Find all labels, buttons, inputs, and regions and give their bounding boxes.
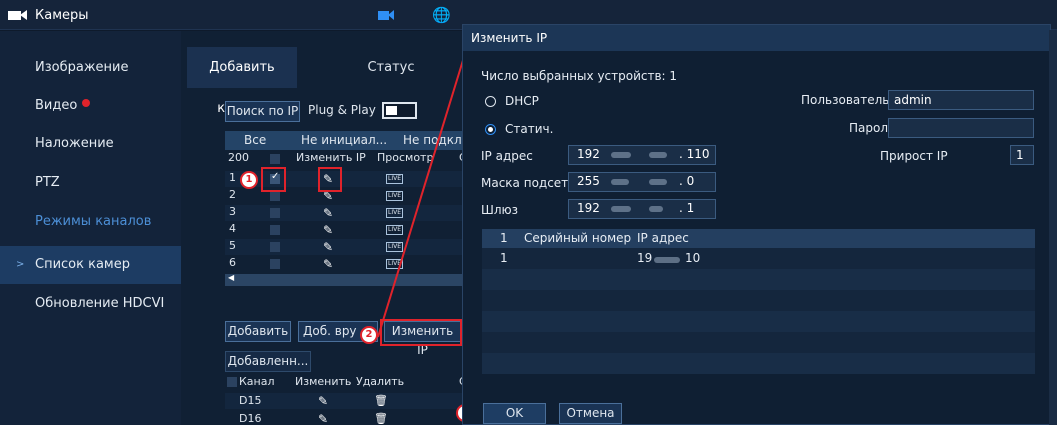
table-header: 200 Изменить IP Просмотр С <box>225 151 467 167</box>
col-edit-ip: Изменить IP <box>296 151 366 164</box>
sidebar-item-channel-modes[interactable]: Режимы каналов <box>0 203 181 241</box>
row-checkbox[interactable] <box>270 208 280 218</box>
mask-label: Маска подсети <box>481 176 576 190</box>
plug-play-label: Plug & Play <box>308 103 376 117</box>
live-icon[interactable]: LIVE <box>386 208 403 218</box>
filter-tabs: Все Не инициал... Не подклю <box>225 131 472 150</box>
live-icon[interactable]: LIVE <box>386 225 403 235</box>
app-title: Камеры <box>35 8 89 23</box>
added-select-all-checkbox[interactable] <box>227 377 237 387</box>
edit-icon[interactable]: ✎ <box>323 206 333 220</box>
added-row[interactable]: D15 ✎ 🗑 <box>225 393 465 409</box>
table-row[interactable]: 5 ✎ LIVE <box>225 239 465 255</box>
device-grid-row[interactable]: 1 19 10 <box>482 248 1035 269</box>
search-ip-button[interactable]: Поиск по IP <box>225 101 300 122</box>
trash-icon[interactable]: 🗑 <box>374 394 388 407</box>
row-checkbox[interactable] <box>270 225 280 235</box>
table-row[interactable]: 4 ✎ LIVE <box>225 222 465 238</box>
plug-play-toggle[interactable] <box>382 102 417 119</box>
selected-count: Число выбранных устройств: 1 <box>481 69 678 83</box>
device-grid-row <box>482 311 1035 332</box>
highlight-edit <box>318 167 342 192</box>
device-grid-row <box>482 332 1035 353</box>
added-row[interactable]: D16 ✎ 🗑 <box>225 411 465 425</box>
gateway-input[interactable]: 192 . 1 <box>568 199 716 219</box>
step-marker-2: 2 <box>360 326 378 344</box>
ip-address-input[interactable]: 192 . 110 <box>568 145 716 165</box>
dhcp-label: DHCP <box>505 94 539 108</box>
camera-icon <box>8 10 28 21</box>
dialog-title: Изменить IP <box>463 25 1050 51</box>
tab-status[interactable]: Статус <box>331 47 451 88</box>
chevron-right-icon: > <box>16 259 25 270</box>
device-grid-row <box>482 290 1035 311</box>
highlight-checkbox <box>261 167 286 192</box>
row-checkbox[interactable] <box>270 191 280 201</box>
add-button[interactable]: Добавить <box>225 321 291 342</box>
network-globe-icon[interactable]: 🌐 <box>432 6 451 24</box>
edit-icon[interactable]: ✎ <box>323 223 333 237</box>
video-camera-icon[interactable] <box>378 10 394 21</box>
added-table-header: Канал Изменить Удалить С <box>225 374 467 390</box>
ip-label: IP адрес <box>481 149 533 163</box>
table-row[interactable]: 3 ✎ LIVE <box>225 205 465 221</box>
step-marker-1: 1 <box>240 171 258 189</box>
user-label: Пользователь <box>801 93 890 107</box>
increment-input[interactable]: 1 <box>1010 145 1034 165</box>
edit-icon[interactable]: ✎ <box>323 240 333 254</box>
highlight-edit-ip-button <box>380 319 462 346</box>
sidebar-item-video[interactable]: Видео <box>0 87 181 125</box>
subnet-mask-input[interactable]: 255 . 0 <box>568 172 716 192</box>
dhcp-radio[interactable] <box>485 96 496 107</box>
background-panel-edge <box>1049 30 1057 425</box>
static-radio[interactable] <box>485 124 496 135</box>
added-devices-tab[interactable]: Добавленн... <box>225 351 311 372</box>
edit-icon[interactable]: ✎ <box>323 257 333 271</box>
row-checkbox[interactable] <box>270 259 280 269</box>
edit-icon[interactable]: ✎ <box>318 412 328 425</box>
ok-button[interactable]: OK <box>483 403 546 424</box>
live-icon[interactable]: LIVE <box>386 259 403 269</box>
table-row[interactable]: 6 ✎ LIVE <box>225 256 465 272</box>
live-icon[interactable]: LIVE <box>386 242 403 252</box>
device-count: 200 <box>228 151 249 164</box>
alert-dot-icon <box>82 99 91 107</box>
sidebar: Изображение Видео Наложение PTZ Режимы к… <box>0 31 181 425</box>
tab-add-camera[interactable]: Добавить камеру <box>187 47 297 116</box>
device-grid-header: 1 Серийный номер IP адрес <box>482 229 1035 248</box>
device-grid-row <box>482 353 1035 374</box>
edit-ip-dialog: Изменить IP Число выбранных устройств: 1… <box>462 24 1051 425</box>
gateway-label: Шлюз <box>481 203 518 217</box>
horizontal-scrollbar[interactable]: ◀ <box>225 273 465 286</box>
cancel-button[interactable]: Отмена <box>559 403 622 424</box>
sidebar-item-camera-list[interactable]: > Список камер <box>0 246 181 284</box>
col-view: Просмотр <box>377 151 434 164</box>
live-icon[interactable]: LIVE <box>386 191 403 201</box>
sidebar-item-hdcvi-update[interactable]: Обновление HDCVI <box>0 285 181 323</box>
trash-icon[interactable]: 🗑 <box>374 412 388 425</box>
sidebar-item-ptz[interactable]: PTZ <box>0 164 181 202</box>
filter-all[interactable]: Все <box>244 133 266 147</box>
password-input[interactable] <box>888 118 1034 138</box>
device-grid-row <box>482 269 1035 290</box>
select-all-checkbox[interactable] <box>270 154 280 164</box>
sidebar-item-overlay[interactable]: Наложение <box>0 125 181 163</box>
live-icon[interactable]: LIVE <box>386 174 403 184</box>
edit-icon[interactable]: ✎ <box>318 394 328 408</box>
increment-label: Прирост IP <box>880 149 948 163</box>
sidebar-item-image[interactable]: Изображение <box>0 49 181 87</box>
static-label: Статич. <box>505 122 554 136</box>
user-input[interactable]: admin <box>888 90 1034 110</box>
filter-uninitialized[interactable]: Не инициал... <box>301 133 387 147</box>
scroll-left-icon[interactable]: ◀ <box>228 273 234 282</box>
row-checkbox[interactable] <box>270 242 280 252</box>
